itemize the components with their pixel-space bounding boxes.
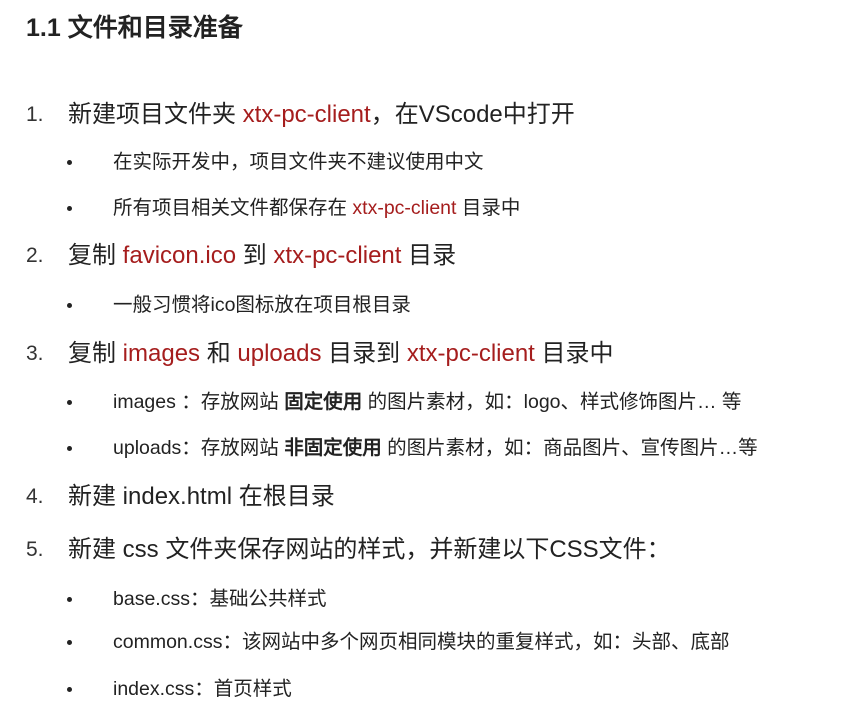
bullet-dot-icon bbox=[67, 640, 72, 645]
bullet-text: 一般习惯将ico图标放在项目根目录 bbox=[113, 294, 411, 316]
folder-name-highlight: xtx-pc-client bbox=[352, 197, 457, 219]
step-text: 复制 favicon.ico 到 xtx-pc-client 目录 bbox=[68, 242, 457, 269]
bullet-text: images ：存放网站 固定使用 的图片素材，如：logo、样式修饰图片… 等 bbox=[113, 391, 742, 413]
step-number: 5. bbox=[26, 538, 44, 561]
bullet-text: 所有项目相关文件都保存在 xtx-pc-client 目录中 bbox=[113, 197, 521, 219]
bullet-text: index.css：首页样式 bbox=[113, 678, 292, 700]
step-text: 新建 css 文件夹保存网站的样式，并新建以下CSS文件： bbox=[68, 536, 671, 563]
bullet-dot-icon bbox=[67, 303, 72, 308]
file-name-highlight: favicon.ico bbox=[122, 242, 237, 269]
folder-name-highlight: xtx-pc-client bbox=[406, 340, 535, 367]
bullet-dot-icon bbox=[67, 160, 72, 165]
step-text: 新建项目文件夹 xtx-pc-client，在VScode中打开 bbox=[68, 101, 575, 128]
page-title: 1.1 文件和目录准备 bbox=[26, 14, 243, 42]
bullet-dot-icon bbox=[67, 400, 72, 405]
folder-name-highlight: xtx-pc-client bbox=[273, 242, 402, 269]
step-number: 4. bbox=[26, 485, 44, 508]
folder-name-highlight: uploads bbox=[237, 340, 322, 367]
bullet-dot-icon bbox=[67, 446, 72, 451]
step-number: 1. bbox=[26, 103, 44, 126]
step-text: 新建 index.html 在根目录 bbox=[68, 483, 335, 510]
bullet-text: uploads：存放网站 非固定使用 的图片素材，如：商品图片、宣传图片…等 bbox=[113, 437, 758, 459]
bullet-text: common.css：该网站中多个网页相同模块的重复样式，如：头部、底部 bbox=[113, 631, 730, 653]
bullet-dot-icon bbox=[67, 206, 72, 211]
bold-emphasis: 固定使用 bbox=[284, 391, 363, 413]
step-number: 2. bbox=[26, 244, 44, 267]
step-text: 复制 images 和 uploads 目录到 xtx-pc-client 目录… bbox=[68, 340, 614, 367]
folder-name-highlight: images bbox=[122, 340, 201, 367]
slide-page: 1.1 文件和目录准备 1. 新建项目文件夹 xtx-pc-client，在VS… bbox=[0, 0, 853, 715]
bullet-text: 在实际开发中，项目文件夹不建议使用中文 bbox=[113, 151, 484, 173]
bullet-dot-icon bbox=[67, 687, 72, 692]
step-number: 3. bbox=[26, 342, 44, 365]
bullet-dot-icon bbox=[67, 597, 72, 602]
bold-emphasis: 非固定使用 bbox=[284, 437, 382, 459]
bullet-text: base.css：基础公共样式 bbox=[113, 588, 327, 610]
folder-name-highlight: xtx-pc-client bbox=[242, 101, 371, 128]
